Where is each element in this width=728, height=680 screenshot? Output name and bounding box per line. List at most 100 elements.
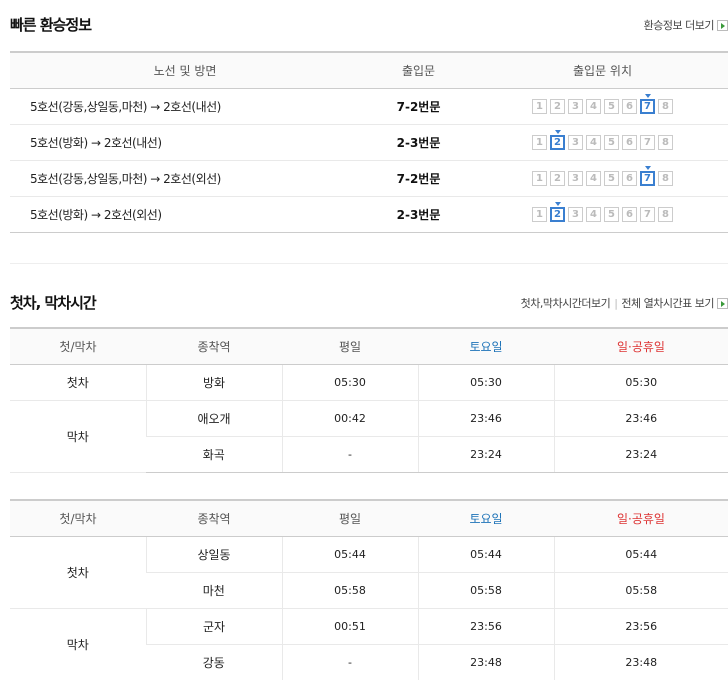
first-train-label: 첫차	[10, 364, 146, 401]
arrow-right-icon	[717, 19, 728, 31]
holiday-time: 05:58	[553, 572, 728, 609]
car-active: 7	[640, 94, 655, 114]
transfer-title: 빠른 환승정보	[10, 16, 92, 34]
timetable-row: 막차 군자 00:51 23:56 23:56	[10, 608, 728, 680]
saturday-time: 05:30	[417, 364, 554, 401]
transfer-row: 5호선(강동,상일동,마천) → 2호선(외선) 7-2번문 1 2 3 4 5 6 7 8	[10, 160, 728, 197]
col-gate: 출입문	[360, 52, 477, 89]
first-train-label: 첫차	[10, 536, 146, 609]
transfer-more-link[interactable]: 환승정보 더보기	[644, 17, 728, 33]
timetable-header: 첫차, 막차시간 첫차,막차시간더보기 | 전체 열차시간표 보기	[10, 292, 728, 316]
col-holiday: 일·공휴일	[554, 328, 728, 365]
holiday-time: 05:30	[553, 364, 728, 401]
car: 7	[640, 135, 655, 150]
car: 7	[640, 207, 655, 222]
car: 8	[658, 135, 673, 150]
transfer-gate: 7-2번문	[360, 88, 477, 125]
col-route: 노선 및 방면	[10, 52, 360, 89]
car: 4	[586, 207, 601, 222]
saturday-time: 05:58	[417, 572, 554, 609]
car: 8	[658, 171, 673, 186]
timetable-2: 첫/막차 종착역 평일 토요일 일·공휴일 첫차 상일동 05:44 05:44 05:…	[10, 499, 728, 680]
car: 8	[658, 99, 673, 114]
timetable-row: 첫차 방화 05:30 05:30 05:30	[10, 364, 728, 401]
section-divider	[10, 263, 728, 264]
holiday-time: 23:48	[553, 644, 728, 680]
transfer-gate: 2-3번문	[360, 196, 477, 233]
car: 4	[586, 99, 601, 114]
col-weekday: 평일	[282, 500, 418, 537]
car: 5	[604, 135, 619, 150]
transfer-route: 5호선(방화) → 2호선(내선)	[10, 124, 360, 161]
car: 6	[622, 171, 637, 186]
car-diagram: 12345678	[532, 94, 673, 114]
transfer-route: 5호선(강동,상일동,마천) → 2호선(내선)	[10, 88, 360, 125]
first-last-more-link[interactable]: 첫차,막차시간더보기	[521, 295, 611, 311]
col-weekday: 평일	[282, 328, 418, 365]
gate-position: 12345678	[477, 160, 728, 197]
weekday-time: 05:44	[281, 536, 418, 573]
transfer-gate: 2-3번문	[360, 124, 477, 161]
car-active: 2	[550, 202, 565, 222]
terminal-station: 강동	[146, 644, 282, 680]
car: 5	[604, 207, 619, 222]
car: 8	[658, 207, 673, 222]
terminal-station: 마천	[146, 572, 282, 609]
holiday-time: 05:44	[553, 536, 728, 573]
transfer-header: 빠른 환승정보 환승정보 더보기	[10, 14, 728, 38]
car-active: 7	[640, 166, 655, 186]
weekday-time: 00:51	[281, 608, 418, 645]
car-diagram: 12345678	[532, 166, 673, 186]
terminal-station: 화곡	[146, 436, 282, 473]
car: 1	[532, 135, 547, 150]
car: 6	[622, 207, 637, 222]
car-diagram: 12345678	[532, 130, 673, 150]
gate-position: 12345678	[477, 88, 728, 125]
full-timetable-link[interactable]: 전체 열차시간표 보기	[621, 295, 714, 311]
terminal-station: 애오개	[145, 400, 282, 437]
car: 6	[622, 135, 637, 150]
link-separator: |	[614, 296, 618, 310]
weekday-time: 05:58	[281, 572, 418, 609]
transfer-gate: 7-2번문	[360, 160, 477, 197]
transfer-row: 5호선(강동,상일동,마천) → 2호선(내선) 7-2번문 1 2 3 4 5 6 7 8	[10, 88, 728, 125]
terminal-station: 군자	[145, 608, 282, 645]
holiday-time: 23:46	[553, 400, 728, 437]
car: 4	[586, 171, 601, 186]
car: 3	[568, 207, 583, 222]
transfer-route: 5호선(강동,상일동,마천) → 2호선(외선)	[10, 160, 360, 197]
car: 1	[532, 99, 547, 114]
weekday-time: 05:30	[281, 364, 418, 401]
transfer-route: 5호선(방화) → 2호선(외선)	[10, 196, 360, 233]
timetable-row: 첫차 상일동 05:44 05:44 05:44	[10, 536, 728, 609]
holiday-time: 23:56	[553, 608, 728, 645]
transfer-row: 5호선(방화) → 2호선(외선) 2-3번문 1 2 3 4 5 6 7 8	[10, 196, 728, 233]
col-terminal: 종착역	[146, 328, 282, 365]
car: 2	[550, 171, 565, 186]
saturday-time: 23:24	[417, 436, 554, 473]
car-diagram: 12345678	[532, 202, 673, 222]
col-first-last: 첫/막차	[10, 500, 146, 537]
car-active: 2	[550, 130, 565, 150]
saturday-time: 05:44	[417, 536, 554, 573]
gate-position: 12345678	[477, 196, 728, 233]
car: 3	[568, 171, 583, 186]
car: 6	[622, 99, 637, 114]
timetable-title: 첫차, 막차시간	[10, 294, 97, 312]
weekday-time: 00:42	[281, 400, 418, 437]
timetable-links: 첫차,막차시간더보기 | 전체 열차시간표 보기	[521, 295, 728, 311]
gate-position: 12345678	[477, 124, 728, 161]
last-train-label: 막차	[10, 400, 146, 473]
car: 3	[568, 99, 583, 114]
transfer-table: 노선 및 방면 출입문 출입문 위치 5호선(강동,상일동,마천) → 2호선(…	[10, 51, 728, 233]
car: 1	[532, 171, 547, 186]
col-gate-position: 출입문 위치	[477, 52, 728, 89]
arrow-right-icon[interactable]	[717, 297, 728, 309]
car: 3	[568, 135, 583, 150]
transfer-row: 5호선(방화) → 2호선(내선) 2-3번문 1 2 3 4 5 6 7 8	[10, 124, 728, 161]
car: 1	[532, 207, 547, 222]
holiday-time: 23:24	[553, 436, 728, 473]
weekday-time: -	[281, 436, 418, 473]
car: 2	[550, 99, 565, 114]
saturday-time: 23:56	[417, 608, 554, 645]
